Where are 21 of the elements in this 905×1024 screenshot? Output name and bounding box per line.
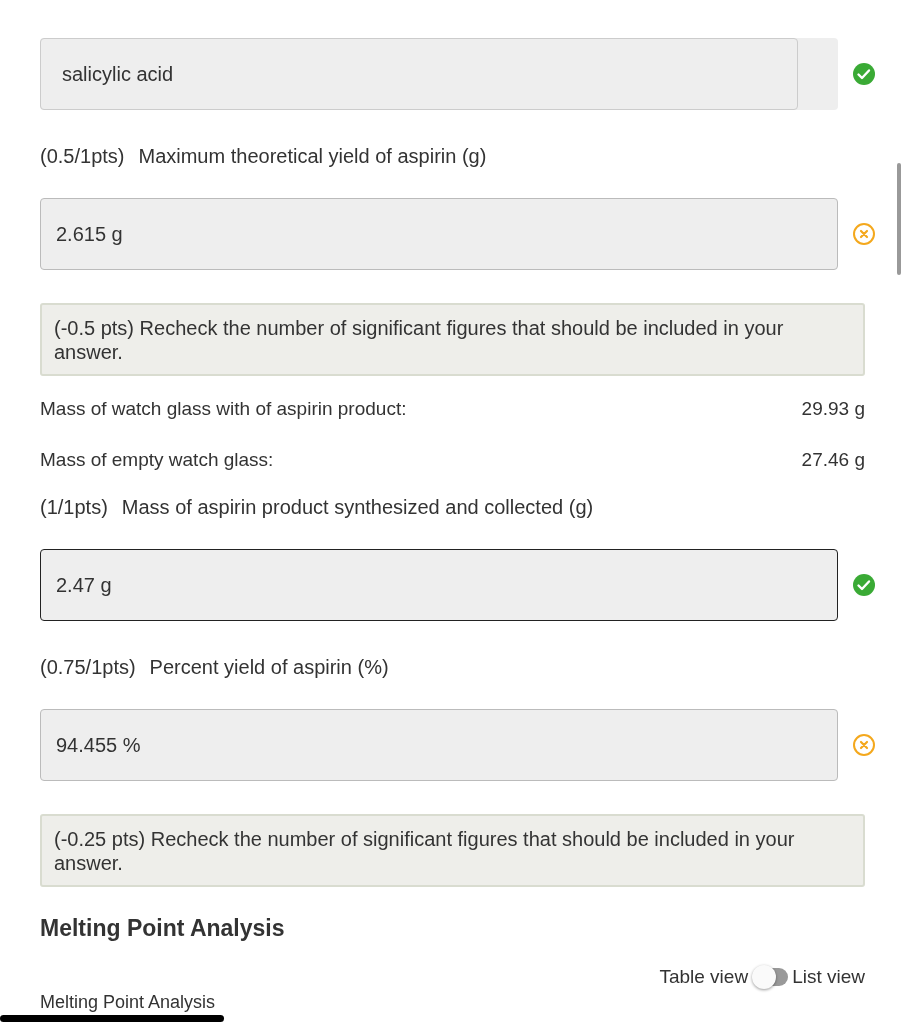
list-view-label: List view [792,966,865,988]
answer-field[interactable]: 94.455 % [40,709,838,781]
section-title: Melting Point Analysis [40,992,217,1012]
measurement-value: 29.93 g [801,398,865,420]
answer-field[interactable]: salicylic acid [40,38,798,110]
scrollbar[interactable] [897,163,901,275]
points-label: (0.5/1pts) [40,145,125,168]
points-label: (0.75/1pts) [40,656,136,679]
feedback-message: (-0.5 pts) Recheck the number of significant figures that should be included in your answer. [40,303,865,376]
measurement-label: Mass of empty watch glass: [40,449,274,471]
question-text: Percent yield of aspirin (%) [149,656,389,679]
feedback-message: (-0.25 pts) Recheck the number of significant figures that should be included in your answer. [40,814,865,887]
measurement-value: 27.46 g [801,449,865,471]
question-text: Mass of aspirin product synthesized and collected (g) [121,496,594,519]
points-label: (1/1pts) [40,496,108,519]
table-view-label: Table view [659,966,749,988]
question-text: Maximum theoretical yield of aspirin (g) [138,145,487,168]
measurement-label: Mass of watch glass with of aspirin product: [40,398,407,420]
section-heading: Melting Point Analysis [40,915,286,942]
answer-field[interactable]: 2.615 g [40,198,838,270]
answer-field[interactable]: 2.47 g [40,549,838,621]
